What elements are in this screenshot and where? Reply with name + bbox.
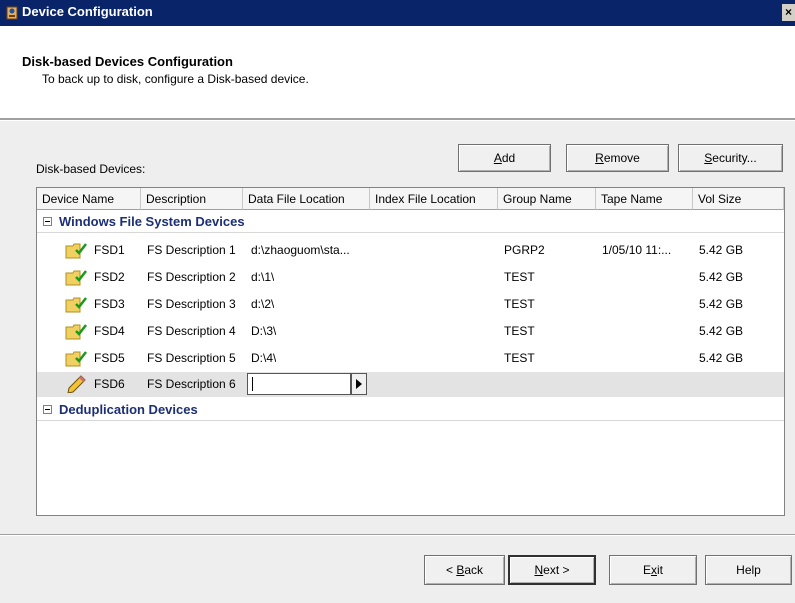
- folder-check-icon: [65, 270, 87, 286]
- exit-label-post: it: [657, 563, 663, 577]
- cell-device: FSD2: [94, 270, 125, 284]
- cell-data-location: d:\2\: [251, 297, 275, 311]
- add-label-post: dd: [501, 151, 516, 165]
- cell-vol-size: 5.42 GB: [699, 270, 744, 284]
- cell-group: TEST: [504, 270, 535, 284]
- group-name: Deduplication Devices: [59, 402, 198, 417]
- close-icon[interactable]: ×: [782, 4, 795, 21]
- browse-arrow-icon[interactable]: [351, 373, 367, 395]
- app-icon: [6, 6, 18, 20]
- security-label-post: ecurity...: [712, 151, 757, 165]
- col-group-name[interactable]: Group Name: [498, 188, 596, 210]
- table-row[interactable]: FSD1 FS Description 1 d:\zhaoguom\sta...…: [37, 237, 784, 264]
- cell-vol-size: 5.42 GB: [699, 324, 744, 338]
- next-label-key: N: [534, 563, 544, 577]
- cell-group: PGRP2: [504, 243, 545, 257]
- page-subtitle: To back up to disk, configure a Disk-bas…: [42, 72, 309, 86]
- window-title: Device Configuration: [22, 4, 153, 19]
- security-button[interactable]: Security...: [678, 144, 783, 172]
- col-device-name[interactable]: Device Name: [37, 188, 141, 210]
- folder-check-icon: [65, 351, 87, 367]
- title-bar: Device Configuration ×: [0, 0, 795, 26]
- cell-device: FSD4: [94, 324, 125, 338]
- col-index-file-location[interactable]: Index File Location: [370, 188, 498, 210]
- remove-button[interactable]: Remove: [566, 144, 669, 172]
- collapse-minus-icon[interactable]: [43, 405, 52, 414]
- cell-group: TEST: [504, 351, 535, 365]
- back-label-post: ack: [464, 563, 484, 577]
- folder-check-icon: [65, 297, 87, 313]
- cell-group: TEST: [504, 297, 535, 311]
- collapse-minus-icon[interactable]: [43, 217, 52, 226]
- back-label-pre: <: [445, 563, 457, 577]
- cell-device: FSD3: [94, 297, 125, 311]
- cell-vol-size: 5.42 GB: [699, 351, 744, 365]
- table-row[interactable]: FSD5 FS Description 5 D:\4\ TEST 5.42 GB: [37, 345, 784, 372]
- cell-description: FS Description 2: [147, 270, 236, 284]
- back-button[interactable]: < Back: [424, 555, 505, 585]
- page-title: Disk-based Devices Configuration: [22, 54, 233, 69]
- cell-vol-size: 5.42 GB: [699, 297, 744, 311]
- editing-row[interactable]: FSD6 FS Description 6: [37, 372, 784, 397]
- add-label-key: A: [493, 151, 502, 165]
- cell-data-location: D:\4\: [251, 351, 277, 365]
- next-label-post: ext >: [543, 563, 570, 577]
- col-data-file-location[interactable]: Data File Location: [243, 188, 370, 210]
- cell-device: FSD1: [94, 243, 125, 257]
- cell-data-location: d:\1\: [251, 270, 275, 284]
- text-caret: [252, 377, 253, 391]
- folder-check-icon: [65, 243, 87, 259]
- table-row[interactable]: FSD3 FS Description 3 d:\2\ TEST 5.42 GB: [37, 291, 784, 318]
- exit-button[interactable]: Exit: [609, 555, 697, 585]
- footer-divider: [0, 534, 795, 536]
- data-location-input[interactable]: [247, 373, 351, 395]
- col-description[interactable]: Description: [141, 188, 243, 210]
- cell-vol-size: 5.42 GB: [699, 243, 744, 257]
- group-header-deduplication[interactable]: Deduplication Devices: [37, 399, 784, 421]
- next-button[interactable]: Next >: [508, 555, 596, 585]
- remove-label-key: R: [595, 151, 604, 165]
- cell-data-location: D:\3\: [251, 324, 277, 338]
- cell-device: FSD6: [94, 377, 125, 391]
- cell-description: FS Description 4: [147, 324, 236, 338]
- exit-label-pre: E: [642, 563, 651, 577]
- cell-tape: 1/05/10 11:...: [602, 243, 672, 257]
- col-tape-name[interactable]: Tape Name: [596, 188, 693, 210]
- cell-description: FS Description 5: [147, 351, 236, 365]
- remove-label-post: emove: [603, 151, 640, 165]
- devices-grid[interactable]: Device Name Description Data File Locati…: [36, 187, 785, 516]
- col-vol-size[interactable]: Vol Size: [693, 188, 784, 210]
- add-button[interactable]: Add: [458, 144, 551, 172]
- table-row[interactable]: FSD2 FS Description 2 d:\1\ TEST 5.42 GB: [37, 264, 784, 291]
- group-header-windows-fs[interactable]: Windows File System Devices: [37, 211, 784, 233]
- devices-label: Disk-based Devices:: [36, 162, 146, 176]
- wizard-header: Disk-based Devices Configuration To back…: [0, 26, 795, 118]
- help-button[interactable]: Help: [705, 555, 792, 585]
- cell-description: FS Description 1: [147, 243, 236, 257]
- pencil-icon: [67, 375, 86, 393]
- group-name: Windows File System Devices: [59, 214, 245, 229]
- cell-data-location: d:\zhaoguom\sta...: [251, 243, 350, 257]
- folder-check-icon: [65, 324, 87, 340]
- cell-description: FS Description 3: [147, 297, 236, 311]
- cell-group: TEST: [504, 324, 535, 338]
- cell-description: FS Description 6: [147, 377, 236, 391]
- table-row[interactable]: FSD4 FS Description 4 D:\3\ TEST 5.42 GB: [37, 318, 784, 345]
- cell-device: FSD5: [94, 351, 125, 365]
